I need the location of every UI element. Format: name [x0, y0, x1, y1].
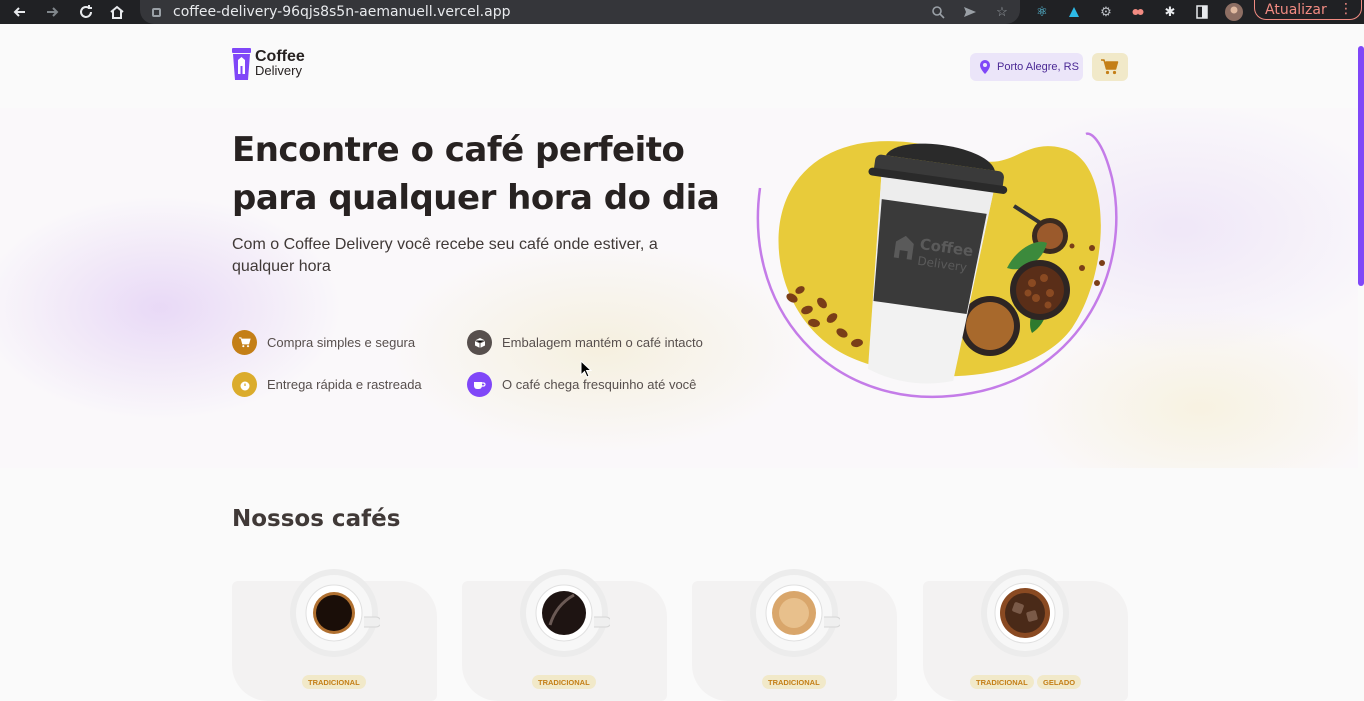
gear-icon[interactable]: ⚙	[1096, 2, 1116, 22]
logo[interactable]: Coffee Delivery	[232, 48, 305, 80]
american-coffee-cup-image	[520, 569, 610, 657]
home-icon[interactable]	[105, 0, 129, 24]
feature-secure-purchase: Compra simples e segura	[232, 330, 415, 355]
star-icon[interactable]: ☆	[992, 2, 1012, 22]
url-text: coffee-delivery-96qjs8s5n-aemanuell.verc…	[173, 4, 511, 20]
update-label: Atualizar	[1265, 1, 1327, 18]
react-devtools-icon[interactable]: ⚛	[1032, 2, 1052, 22]
location-text: Porto Alegre, RS	[997, 61, 1079, 73]
sidepanel-icon[interactable]	[1192, 2, 1212, 22]
feature-label: Compra simples e segura	[267, 335, 416, 350]
site-header: Coffee Delivery Porto Alegre, RS	[0, 24, 1358, 108]
feature-fast-delivery: Entrega rápida e rastreada	[232, 372, 422, 397]
owl-extension-icon[interactable]	[1128, 2, 1148, 22]
feature-label: Entrega rápida e rastreada	[267, 377, 422, 392]
espresso-cup-image	[290, 569, 380, 657]
menu-dots-icon[interactable]: ⋮	[1339, 1, 1353, 17]
map-pin-icon	[980, 60, 990, 74]
cart-button[interactable]	[1092, 53, 1128, 81]
mouse-cursor-icon	[580, 360, 592, 378]
shopping-cart-icon	[1101, 59, 1119, 75]
send-icon[interactable]	[960, 2, 980, 22]
feature-label: O café chega fresquinho até você	[502, 377, 697, 392]
timer-icon	[232, 372, 257, 397]
tag-badge: GELADO	[1037, 675, 1082, 689]
hero-title: Encontre o café perfeito para qualquer h…	[232, 130, 720, 218]
browser-toolbar: coffee-delivery-96qjs8s5n-aemanuell.verc…	[0, 0, 1364, 24]
feature-packaging: Embalagem mantém o café intacto	[467, 330, 703, 355]
coffee-cup-logo-icon	[232, 48, 251, 80]
address-bar[interactable]: coffee-delivery-96qjs8s5n-aemanuell.verc…	[140, 0, 1020, 24]
catalog-title: Nossos cafés	[232, 506, 401, 532]
lock-icon	[152, 7, 161, 17]
feature-label: Embalagem mantém o café intacto	[502, 335, 703, 350]
tag-badge: TRADICIONAL	[762, 675, 826, 689]
update-button[interactable]: Atualizar ⋮	[1254, 0, 1362, 20]
cart-icon	[232, 330, 257, 355]
logo-line1: Coffee	[255, 48, 305, 65]
coffee-icon	[467, 372, 492, 397]
puzzle-icon[interactable]: ✱	[1160, 2, 1180, 22]
tag-badge: TRADICIONAL	[970, 675, 1034, 689]
tag-badge: TRADICIONAL	[532, 675, 596, 689]
package-icon	[467, 330, 492, 355]
creamy-espresso-cup-image	[750, 569, 840, 657]
avatar[interactable]	[1224, 2, 1244, 22]
logo-line2: Delivery	[255, 63, 302, 78]
hero-subtitle: Com o Coffee Delivery você recebe seu ca…	[232, 236, 658, 275]
iced-espresso-cup-image	[981, 569, 1069, 657]
forward-icon[interactable]	[40, 0, 64, 24]
extension-icon[interactable]	[1064, 2, 1084, 22]
back-icon[interactable]	[8, 0, 32, 24]
reload-icon[interactable]	[74, 0, 98, 24]
tag-badge: TRADICIONAL	[302, 675, 366, 689]
scrollbar[interactable]	[1358, 46, 1364, 286]
hero-coffee-cup-image: Coffee Delivery	[756, 132, 1118, 399]
location-badge[interactable]: Porto Alegre, RS	[970, 53, 1083, 81]
zoom-icon[interactable]	[928, 2, 948, 22]
